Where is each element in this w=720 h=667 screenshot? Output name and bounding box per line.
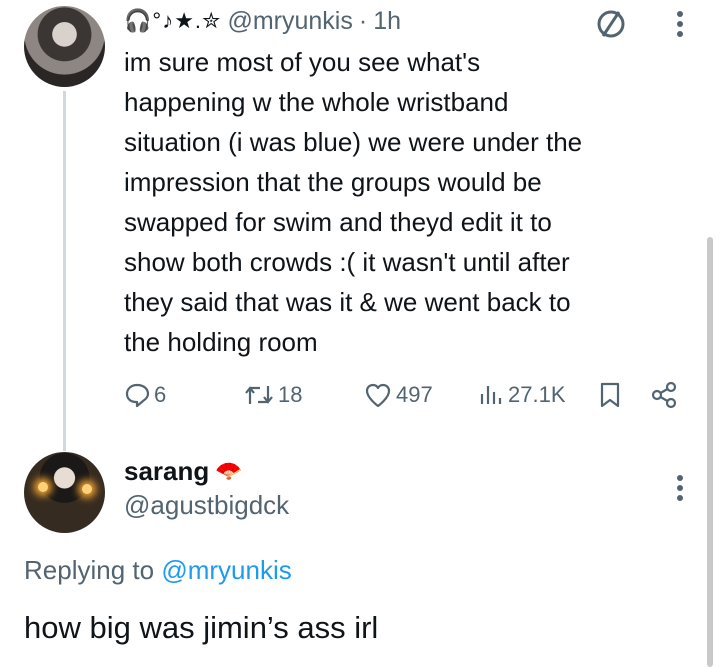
thread-line xyxy=(63,91,66,451)
no-circle-icon[interactable] xyxy=(593,6,629,42)
avatar-mryunkis[interactable] xyxy=(24,6,105,87)
replying-to: Replying to @mryunkis xyxy=(24,555,292,586)
share-icon xyxy=(651,381,677,409)
bookmark-icon xyxy=(600,382,620,408)
reply-icon xyxy=(125,383,150,408)
bookmark-button[interactable] xyxy=(598,375,622,415)
like-count: 497 xyxy=(396,382,433,407)
retweet-count: 18 xyxy=(278,382,303,407)
retweet-button[interactable]: 18 xyxy=(244,375,302,415)
reply-button[interactable]: 6 xyxy=(124,375,166,415)
reply-display-name[interactable]: sarang xyxy=(124,456,209,487)
author-handle[interactable]: @mryunkis xyxy=(227,7,352,36)
views-count: 27.1K xyxy=(508,382,566,407)
tweet-header: 🎧°♪★.✮ @mryunkis · 1h xyxy=(124,3,401,39)
scrollbar[interactable] xyxy=(707,237,713,667)
views-button[interactable]: 27.1K xyxy=(478,375,566,415)
header-separator: · xyxy=(358,6,368,35)
fan-emoji: 🪭 xyxy=(215,458,243,483)
more-icon[interactable] xyxy=(670,470,690,506)
reply-name-row: sarang 🪭 xyxy=(124,452,243,490)
share-button[interactable] xyxy=(650,375,678,415)
tweet-time[interactable]: 1h xyxy=(373,7,401,36)
like-icon xyxy=(365,383,391,408)
more-icon[interactable] xyxy=(670,6,690,42)
avatar-light xyxy=(82,484,92,494)
replying-prefix: Replying to xyxy=(24,555,155,585)
reply-count: 6 xyxy=(154,382,167,407)
tweet-actions: 6 18 497 27.1K xyxy=(124,375,684,415)
avatar-agustbigdck[interactable] xyxy=(24,452,105,533)
views-icon xyxy=(480,386,502,404)
replying-to-link[interactable]: @mryunkis xyxy=(161,555,291,585)
reply-handle[interactable]: @agustbigdck xyxy=(124,490,289,521)
avatar-light xyxy=(38,482,48,492)
author-decoration[interactable]: 🎧°♪★.✮ xyxy=(124,8,221,34)
tweet-text: im sure most of you see what's happening… xyxy=(124,47,583,357)
retweet-icon xyxy=(245,386,273,404)
reply-text: how big was jimin’s ass irl xyxy=(24,610,379,645)
like-button[interactable]: 497 xyxy=(364,375,433,415)
